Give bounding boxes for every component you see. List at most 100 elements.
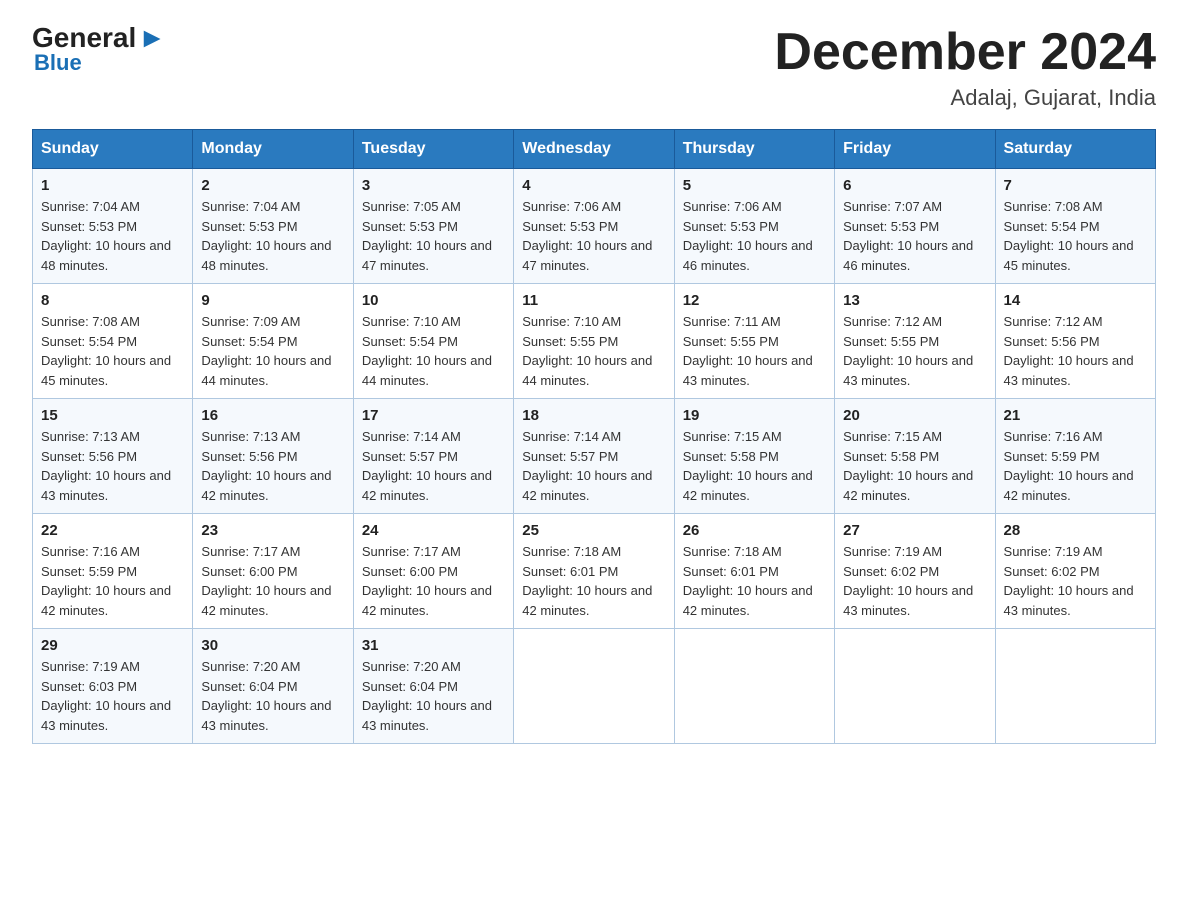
- day-number: 15: [41, 407, 184, 424]
- day-number: 12: [683, 292, 826, 309]
- day-number: 28: [1004, 522, 1147, 539]
- week-row-5: 29 Sunrise: 7:19 AMSunset: 6:03 PMDayligh…: [33, 629, 1156, 744]
- day-cell: 25Sunrise: 7:18 AMSunset: 6:01 PMDayligh…: [514, 514, 674, 629]
- week-row-4: 22 Sunrise: 7:16 AMSunset: 5:59 PMDayligh…: [33, 514, 1156, 629]
- day-info: Sunrise: 7:19 AMSunset: 6:02 PMDaylight:…: [843, 542, 986, 620]
- day-info: Sunrise: 7:14 AMSunset: 5:57 PMDaylight:…: [522, 427, 665, 505]
- day-cell: 24 Sunrise: 7:17 AMSunset: 6:00 PMDayligh…: [353, 514, 513, 629]
- weekday-header-saturday: Saturday: [995, 130, 1155, 169]
- logo-general: General: [32, 24, 136, 52]
- day-number: 20: [843, 407, 986, 424]
- day-number: 2: [201, 177, 344, 194]
- title-block: December 2024 Adalaj, Gujarat, India: [774, 24, 1156, 111]
- day-number: 4: [522, 177, 665, 194]
- day-info: Sunrise: 7:17 AMSunset: 6:00 PMDaylight:…: [201, 542, 344, 620]
- day-cell: 6 Sunrise: 7:07 AMSunset: 5:53 PMDaylight…: [835, 169, 995, 284]
- day-number: 16: [201, 407, 344, 424]
- day-info: Sunrise: 7:16 AMSunset: 5:59 PMDaylight:…: [41, 542, 184, 620]
- logo-blue-label: Blue: [34, 50, 82, 76]
- day-info: Sunrise: 7:13 AMSunset: 5:56 PMDaylight:…: [41, 427, 184, 505]
- day-cell: 7 Sunrise: 7:08 AMSunset: 5:54 PMDaylight…: [995, 169, 1155, 284]
- day-cell: 14Sunrise: 7:12 AMSunset: 5:56 PMDayligh…: [995, 284, 1155, 399]
- day-number: 8: [41, 292, 184, 309]
- day-cell: 9Sunrise: 7:09 AMSunset: 5:54 PMDaylight…: [193, 284, 353, 399]
- day-info: Sunrise: 7:14 AMSunset: 5:57 PMDaylight:…: [362, 427, 505, 505]
- day-cell: 8 Sunrise: 7:08 AMSunset: 5:54 PMDaylight…: [33, 284, 193, 399]
- day-number: 25: [522, 522, 665, 539]
- day-cell: 20 Sunrise: 7:15 AMSunset: 5:58 PMDayligh…: [835, 399, 995, 514]
- week-row-1: 1 Sunrise: 7:04 AMSunset: 5:53 PMDaylight…: [33, 169, 1156, 284]
- day-cell: 12 Sunrise: 7:11 AMSunset: 5:55 PMDayligh…: [674, 284, 834, 399]
- week-row-3: 15 Sunrise: 7:13 AMSunset: 5:56 PMDayligh…: [33, 399, 1156, 514]
- day-number: 11: [522, 292, 665, 309]
- day-number: 29: [41, 637, 184, 654]
- day-cell: 13Sunrise: 7:12 AMSunset: 5:55 PMDayligh…: [835, 284, 995, 399]
- day-cell: 2 Sunrise: 7:04 AMSunset: 5:53 PMDaylight…: [193, 169, 353, 284]
- day-info: Sunrise: 7:08 AMSunset: 5:54 PMDaylight:…: [41, 312, 184, 390]
- day-info: Sunrise: 7:16 AMSunset: 5:59 PMDaylight:…: [1004, 427, 1147, 505]
- day-info: Sunrise: 7:12 AMSunset: 5:55 PMDaylight:…: [843, 312, 986, 390]
- logo-text: General ►: [32, 24, 166, 52]
- day-number: 17: [362, 407, 505, 424]
- day-number: 7: [1004, 177, 1147, 194]
- day-cell: 26 Sunrise: 7:18 AMSunset: 6:01 PMDayligh…: [674, 514, 834, 629]
- month-title: December 2024: [774, 24, 1156, 81]
- day-cell: 1 Sunrise: 7:04 AMSunset: 5:53 PMDaylight…: [33, 169, 193, 284]
- day-cell: 23Sunrise: 7:17 AMSunset: 6:00 PMDayligh…: [193, 514, 353, 629]
- day-number: 31: [362, 637, 505, 654]
- day-cell: 11 Sunrise: 7:10 AMSunset: 5:55 PMDayligh…: [514, 284, 674, 399]
- day-cell: 16 Sunrise: 7:13 AMSunset: 5:56 PMDayligh…: [193, 399, 353, 514]
- day-cell: 10 Sunrise: 7:10 AMSunset: 5:54 PMDayligh…: [353, 284, 513, 399]
- logo: General ► Blue: [32, 24, 166, 76]
- day-cell: [995, 629, 1155, 744]
- day-info: Sunrise: 7:04 AMSunset: 5:53 PMDaylight:…: [41, 197, 184, 275]
- day-cell: 21 Sunrise: 7:16 AMSunset: 5:59 PMDayligh…: [995, 399, 1155, 514]
- day-cell: 18Sunrise: 7:14 AMSunset: 5:57 PMDayligh…: [514, 399, 674, 514]
- day-cell: [835, 629, 995, 744]
- weekday-header-sunday: Sunday: [33, 130, 193, 169]
- day-info: Sunrise: 7:20 AMSunset: 6:04 PMDaylight:…: [362, 657, 505, 735]
- day-number: 6: [843, 177, 986, 194]
- day-cell: 17 Sunrise: 7:14 AMSunset: 5:57 PMDayligh…: [353, 399, 513, 514]
- day-number: 30: [201, 637, 344, 654]
- weekday-header-tuesday: Tuesday: [353, 130, 513, 169]
- day-cell: [514, 629, 674, 744]
- day-cell: [674, 629, 834, 744]
- day-info: Sunrise: 7:04 AMSunset: 5:53 PMDaylight:…: [201, 197, 344, 275]
- day-cell: 31 Sunrise: 7:20 AMSunset: 6:04 PMDayligh…: [353, 629, 513, 744]
- weekday-header-row: SundayMondayTuesdayWednesdayThursdayFrid…: [33, 130, 1156, 169]
- day-number: 9: [201, 292, 344, 309]
- day-cell: 22 Sunrise: 7:16 AMSunset: 5:59 PMDayligh…: [33, 514, 193, 629]
- day-info: Sunrise: 7:06 AMSunset: 5:53 PMDaylight:…: [522, 197, 665, 275]
- calendar-table: SundayMondayTuesdayWednesdayThursdayFrid…: [32, 129, 1156, 744]
- day-number: 26: [683, 522, 826, 539]
- day-number: 22: [41, 522, 184, 539]
- day-number: 27: [843, 522, 986, 539]
- day-info: Sunrise: 7:13 AMSunset: 5:56 PMDaylight:…: [201, 427, 344, 505]
- day-info: Sunrise: 7:08 AMSunset: 5:54 PMDaylight:…: [1004, 197, 1147, 275]
- day-info: Sunrise: 7:10 AMSunset: 5:54 PMDaylight:…: [362, 312, 505, 390]
- day-cell: 5Sunrise: 7:06 AMSunset: 5:53 PMDaylight…: [674, 169, 834, 284]
- day-info: Sunrise: 7:19 AMSunset: 6:02 PMDaylight:…: [1004, 542, 1147, 620]
- logo-blue-part: ►: [138, 24, 166, 52]
- day-info: Sunrise: 7:20 AMSunset: 6:04 PMDaylight:…: [201, 657, 344, 735]
- day-info: Sunrise: 7:18 AMSunset: 6:01 PMDaylight:…: [683, 542, 826, 620]
- day-info: Sunrise: 7:07 AMSunset: 5:53 PMDaylight:…: [843, 197, 986, 275]
- day-info: Sunrise: 7:10 AMSunset: 5:55 PMDaylight:…: [522, 312, 665, 390]
- day-cell: 15 Sunrise: 7:13 AMSunset: 5:56 PMDayligh…: [33, 399, 193, 514]
- day-info: Sunrise: 7:17 AMSunset: 6:00 PMDaylight:…: [362, 542, 505, 620]
- day-number: 21: [1004, 407, 1147, 424]
- day-number: 24: [362, 522, 505, 539]
- day-number: 3: [362, 177, 505, 194]
- day-info: Sunrise: 7:05 AMSunset: 5:53 PMDaylight:…: [362, 197, 505, 275]
- day-info: Sunrise: 7:15 AMSunset: 5:58 PMDaylight:…: [843, 427, 986, 505]
- day-cell: 29 Sunrise: 7:19 AMSunset: 6:03 PMDayligh…: [33, 629, 193, 744]
- weekday-header-friday: Friday: [835, 130, 995, 169]
- day-info: Sunrise: 7:06 AMSunset: 5:53 PMDaylight:…: [683, 197, 826, 275]
- day-number: 19: [683, 407, 826, 424]
- day-number: 1: [41, 177, 184, 194]
- day-info: Sunrise: 7:19 AMSunset: 6:03 PMDaylight:…: [41, 657, 184, 735]
- day-number: 10: [362, 292, 505, 309]
- day-info: Sunrise: 7:11 AMSunset: 5:55 PMDaylight:…: [683, 312, 826, 390]
- weekday-header-monday: Monday: [193, 130, 353, 169]
